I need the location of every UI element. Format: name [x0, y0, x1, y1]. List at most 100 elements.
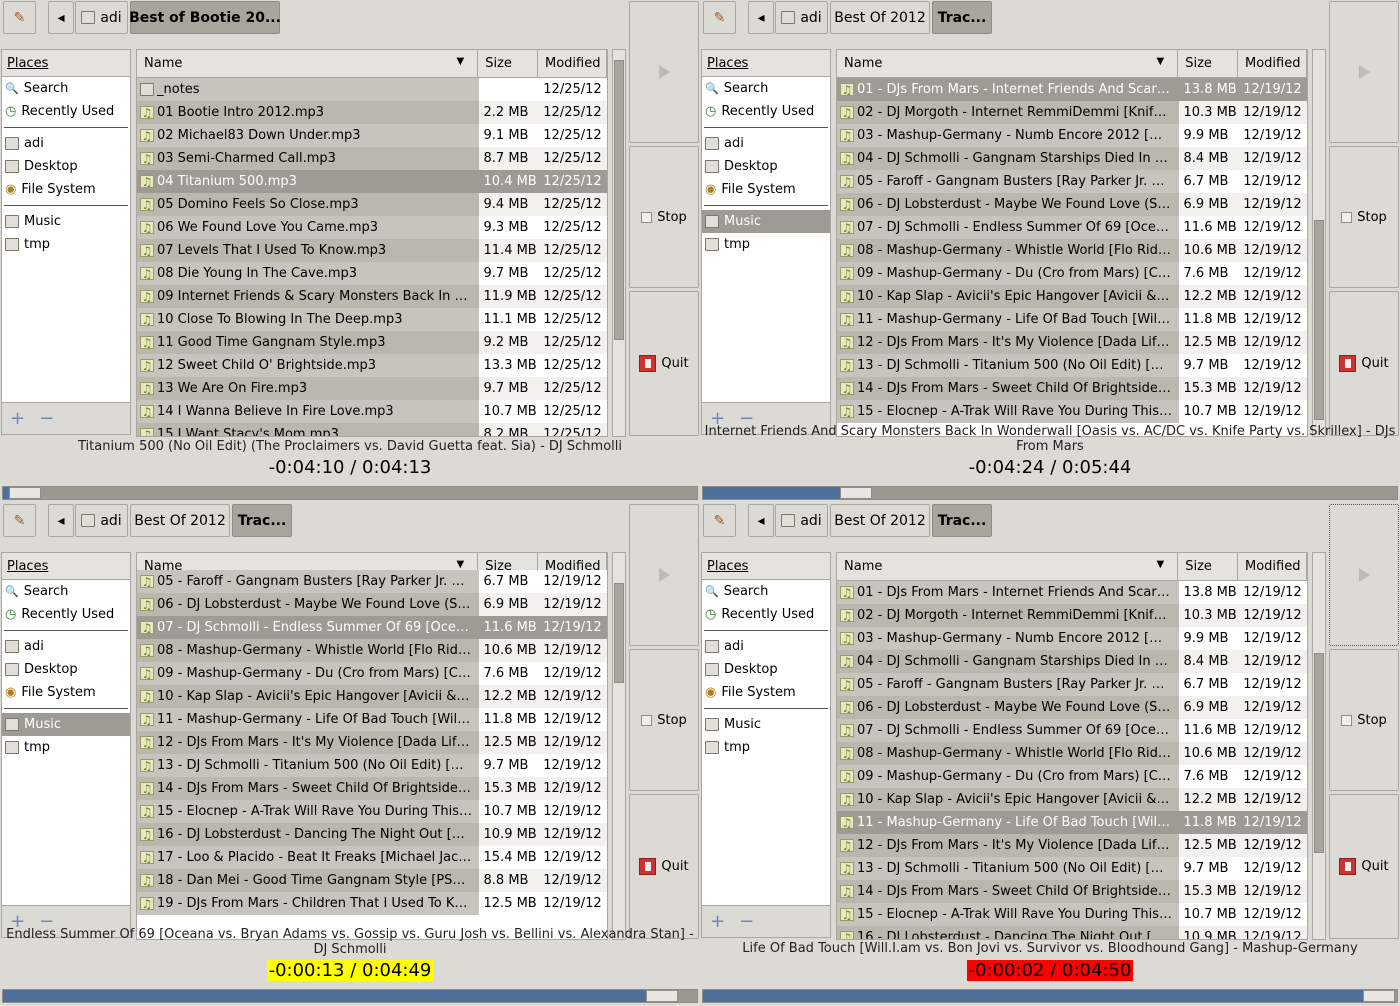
- file-row[interactable]: ♫ 07 - DJ Schmolli - Endless Summer Of 69…: [837, 216, 1307, 239]
- file-row[interactable]: ♫ 09 Internet Friends & Scary Monsters Ba…: [137, 285, 607, 308]
- file-row[interactable]: ♫ 04 - DJ Schmolli - Gangnam Starships Di…: [837, 650, 1307, 673]
- edit-location-button[interactable]: ✎: [3, 1, 36, 34]
- scrollbar-thumb[interactable]: [614, 60, 624, 340]
- breadcrumb-home[interactable]: adi: [775, 1, 828, 34]
- file-row[interactable]: ♫ 01 - DJs From Mars - Internet Friends A…: [837, 78, 1307, 101]
- file-row[interactable]: ♫ 02 - DJ Morgoth - Internet RemmiDemmi […: [837, 101, 1307, 124]
- path-back-button[interactable]: ◂: [48, 1, 74, 34]
- file-row[interactable]: ♫ 03 - Mashup-Germany - Numb Encore 2012 …: [837, 627, 1307, 650]
- file-row[interactable]: ♫ 10 - Kap Slap - Avicii's Epic Hangover …: [137, 685, 607, 708]
- places-item-desktop[interactable]: Desktop: [702, 155, 830, 178]
- file-row[interactable]: _notes 12/25/12: [137, 78, 607, 101]
- places-item-recently-used[interactable]: ◷ Recently Used: [702, 100, 830, 123]
- places-item-search[interactable]: 🔍 Search: [702, 580, 830, 603]
- breadcrumb-segment[interactable]: Best of Bootie 20...: [129, 1, 281, 34]
- places-item-tmp[interactable]: tmp: [702, 233, 830, 256]
- breadcrumb-home[interactable]: adi: [75, 1, 128, 34]
- breadcrumb-segment[interactable]: Best Of 2012: [830, 504, 930, 537]
- breadcrumb-home[interactable]: adi: [775, 504, 828, 537]
- places-item-tmp[interactable]: tmp: [702, 736, 830, 759]
- path-back-button[interactable]: ◂: [48, 504, 74, 537]
- seek-bar-handle[interactable]: [646, 990, 679, 1002]
- file-list-scrollbar[interactable]: [612, 49, 626, 437]
- quit-button[interactable]: Quit: [1329, 291, 1399, 436]
- file-row[interactable]: ♫ 09 - Mashup-Germany - Du (Cro from Mars…: [137, 662, 607, 685]
- remove-bookmark-button[interactable]: −: [739, 911, 754, 932]
- play-button[interactable]: [1329, 504, 1399, 646]
- places-item-desktop[interactable]: Desktop: [2, 155, 130, 178]
- remove-bookmark-button[interactable]: −: [39, 408, 54, 429]
- file-row[interactable]: ♫ 10 Close To Blowing In The Deep.mp3 11.1…: [137, 308, 607, 331]
- file-row[interactable]: ♫ 01 Bootie Intro 2012.mp3 2.2 MB 12/25/12: [137, 101, 607, 124]
- file-row[interactable]: ♫ 08 - Mashup-Germany - Whistle World [Fl…: [837, 742, 1307, 765]
- stop-button[interactable]: Stop: [1329, 146, 1399, 288]
- seek-bar[interactable]: [702, 989, 1398, 1003]
- file-row[interactable]: ♫ 09 - Mashup-Germany - Du (Cro from Mars…: [837, 765, 1307, 788]
- file-row[interactable]: ♫ 15 - Elocnep - A-Trak Will Rave You Dur…: [837, 903, 1307, 926]
- places-item-adi[interactable]: adi: [2, 635, 130, 658]
- file-row[interactable]: ♫ 13 We Are On Fire.mp3 9.7 MB 12/25/12: [137, 377, 607, 400]
- file-row[interactable]: ♫ 07 - DJ Schmolli - Endless Summer Of 69…: [137, 616, 607, 639]
- file-row[interactable]: ♫ 15 - Elocnep - A-Trak Will Rave You Dur…: [137, 800, 607, 823]
- seek-bar[interactable]: [702, 486, 1398, 500]
- places-item-search[interactable]: 🔍 Search: [702, 77, 830, 100]
- seek-bar-handle[interactable]: [839, 487, 872, 499]
- places-item-music[interactable]: Music: [2, 713, 130, 736]
- places-item-recently-used[interactable]: ◷ Recently Used: [2, 603, 130, 626]
- file-row[interactable]: ♫ 06 We Found Love You Came.mp3 9.3 MB 12/2…: [137, 216, 607, 239]
- modified-column-header[interactable]: Modified: [1238, 50, 1307, 77]
- file-row[interactable]: ♫ 12 - DJs From Mars - It's My Violence […: [837, 331, 1307, 354]
- file-row[interactable]: ♫ 05 Domino Feels So Close.mp3 9.4 MB 12/25…: [137, 193, 607, 216]
- places-item-file-system[interactable]: ◉ File System: [2, 178, 130, 201]
- size-column-header[interactable]: Size: [1178, 50, 1238, 77]
- places-header[interactable]: Places: [2, 50, 130, 77]
- scrollbar-thumb[interactable]: [1314, 220, 1324, 420]
- file-row[interactable]: ♫ 05 - Faroff - Gangnam Busters [Ray Park…: [837, 673, 1307, 696]
- file-row[interactable]: ♫ 02 - DJ Morgoth - Internet RemmiDemmi […: [837, 604, 1307, 627]
- file-list-scrollbar[interactable]: [612, 552, 626, 940]
- path-back-button[interactable]: ◂: [748, 1, 774, 34]
- places-item-file-system[interactable]: ◉ File System: [2, 681, 130, 704]
- file-list-scrollbar[interactable]: [1312, 49, 1326, 437]
- breadcrumb-segment[interactable]: Best Of 2012: [830, 1, 930, 34]
- breadcrumb-segment[interactable]: Trac...: [932, 1, 992, 34]
- places-item-music[interactable]: Music: [2, 210, 130, 233]
- file-row[interactable]: ♫ 02 Michael83 Down Under.mp3 9.1 MB 12/25/…: [137, 124, 607, 147]
- file-row[interactable]: ♫ 14 - DJs From Mars - Sweet Child Of Bri…: [837, 880, 1307, 903]
- places-header[interactable]: Places: [702, 50, 830, 77]
- file-row[interactable]: ♫ 01 - DJs From Mars - Internet Friends A…: [837, 581, 1307, 604]
- scrollbar-thumb[interactable]: [1314, 653, 1324, 853]
- file-row[interactable]: ♫ 03 - Mashup-Germany - Numb Encore 2012 …: [837, 124, 1307, 147]
- play-button[interactable]: [629, 1, 699, 143]
- places-item-music[interactable]: Music: [702, 713, 830, 736]
- breadcrumb-segment[interactable]: Trac...: [232, 504, 292, 537]
- stop-button[interactable]: Stop: [629, 649, 699, 791]
- places-item-recently-used[interactable]: ◷ Recently Used: [702, 603, 830, 626]
- scrollbar-thumb[interactable]: [614, 583, 624, 683]
- quit-button[interactable]: Quit: [629, 291, 699, 436]
- file-row[interactable]: ♫ 14 - DJs From Mars - Sweet Child Of Bri…: [837, 377, 1307, 400]
- file-row[interactable]: ♫ 16 - DJ Lobsterdust - Dancing The Night…: [137, 823, 607, 846]
- file-row[interactable]: ♫ 14 - DJs From Mars - Sweet Child Of Bri…: [137, 777, 607, 800]
- file-row[interactable]: ♫ 11 - Mashup-Germany - Life Of Bad Touch…: [137, 708, 607, 731]
- file-row[interactable]: ♫ 16 - DJ Lobsterdust - Dancing The Night…: [837, 926, 1307, 939]
- name-column-header[interactable]: Name ▼: [137, 50, 479, 77]
- seek-bar[interactable]: [2, 486, 698, 500]
- add-bookmark-button[interactable]: +: [710, 911, 725, 932]
- file-row[interactable]: ♫ 14 I Wanna Believe In Fire Love.mp3 10.7…: [137, 400, 607, 423]
- file-row[interactable]: ♫ 15 - Elocnep - A-Trak Will Rave You Dur…: [837, 400, 1307, 423]
- file-row[interactable]: ♫ 08 - Mashup-Germany - Whistle World [Fl…: [837, 239, 1307, 262]
- file-row[interactable]: ♫ 08 Die Young In The Cave.mp3 9.7 MB 12/25…: [137, 262, 607, 285]
- file-row[interactable]: ♫ 13 - DJ Schmolli - Titanium 500 (No Oil…: [837, 354, 1307, 377]
- places-header[interactable]: Places: [702, 553, 830, 580]
- file-row[interactable]: ♫ 06 - DJ Lobsterdust - Maybe We Found Lo…: [837, 696, 1307, 719]
- file-row[interactable]: ♫ 10 - Kap Slap - Avicii's Epic Hangover …: [837, 285, 1307, 308]
- add-bookmark-button[interactable]: +: [10, 408, 25, 429]
- breadcrumb-segment[interactable]: Best Of 2012: [130, 504, 230, 537]
- places-item-desktop[interactable]: Desktop: [702, 658, 830, 681]
- size-column-header[interactable]: Size: [1178, 553, 1238, 580]
- file-row[interactable]: ♫ 07 Levels That I Used To Know.mp3 11.4 M…: [137, 239, 607, 262]
- play-button[interactable]: [629, 504, 699, 646]
- places-item-tmp[interactable]: tmp: [2, 233, 130, 256]
- seek-bar-handle[interactable]: [1363, 990, 1395, 1002]
